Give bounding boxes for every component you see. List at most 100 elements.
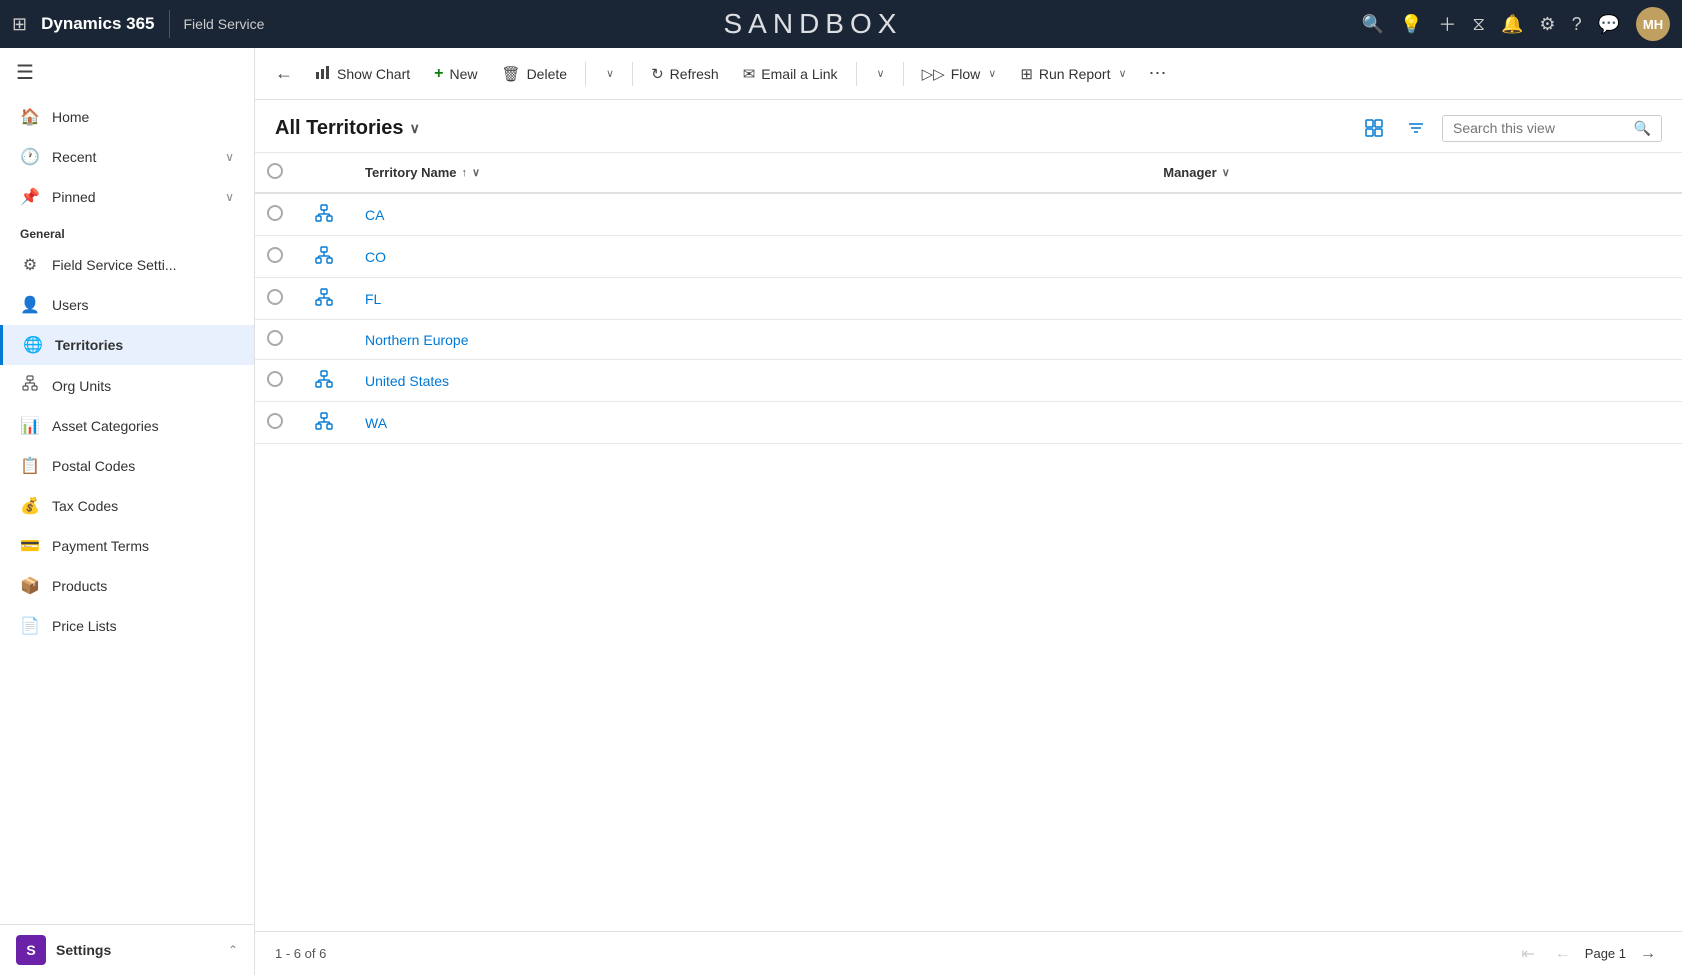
manager-chevron-icon[interactable]: ∨ <box>1222 166 1230 179</box>
settings-bottom-item[interactable]: S Settings ⌃ <box>0 924 254 975</box>
filter-view-button[interactable] <box>1400 112 1432 144</box>
row-checkbox-cell[interactable] <box>255 402 299 444</box>
search-box[interactable]: 🔍 <box>1442 115 1662 142</box>
manager-header[interactable]: Manager ∨ <box>1147 153 1682 193</box>
select-all-checkbox[interactable] <box>267 163 283 179</box>
plus-icon[interactable]: ＋ <box>1438 11 1456 37</box>
row-checkbox-cell[interactable] <box>255 320 299 360</box>
view-toggle-button[interactable] <box>1358 112 1390 144</box>
table-row: United States <box>255 360 1682 402</box>
price-list-icon: 📄 <box>20 616 40 636</box>
view-title-text: All Territories <box>275 117 404 140</box>
email-icon: ✉ <box>743 65 756 83</box>
cmd-dropdown-2[interactable]: ∨ <box>865 61 895 86</box>
sidebar-item-field-service-settings[interactable]: ⚙ Field Service Setti... <box>0 245 254 285</box>
sidebar-item-org-units[interactable]: Org Units <box>0 365 254 406</box>
email-link-label: Email a Link <box>761 66 837 82</box>
search-icon[interactable]: 🔍 <box>1362 14 1384 35</box>
sidebar-item-pinned[interactable]: 📌 Pinned ∨ <box>0 177 254 217</box>
territory-icon <box>315 204 333 222</box>
territory-name-label: Territory Name <box>365 165 457 180</box>
main-content: ← Show Chart + New 🗑 Delete <box>255 48 1682 975</box>
row-name-cell: FL <box>349 278 1147 320</box>
flow-button[interactable]: ▷▷ Flow ∨ <box>912 59 1007 89</box>
chevron-down-icon: ∨ <box>1118 67 1126 80</box>
sidebar-toggle-button[interactable]: ☰ <box>0 48 254 97</box>
territory-icon <box>315 370 333 388</box>
territory-name-link[interactable]: FL <box>365 291 381 307</box>
sidebar-item-postal-codes[interactable]: 📋 Postal Codes <box>0 446 254 486</box>
row-checkbox[interactable] <box>267 205 283 221</box>
gear-icon[interactable]: ⚙ <box>1539 14 1555 35</box>
row-manager-cell <box>1147 193 1682 236</box>
back-button[interactable]: ← <box>267 57 301 90</box>
chat-icon[interactable]: 💬 <box>1598 14 1620 35</box>
row-checkbox-cell[interactable] <box>255 193 299 236</box>
app-name: Field Service <box>184 16 265 32</box>
sort-chevron-icon[interactable]: ∨ <box>472 166 480 179</box>
cmd-dropdown-1[interactable]: ∨ <box>594 61 624 86</box>
row-checkbox[interactable] <box>267 247 283 263</box>
app-grid-icon[interactable]: ⊞ <box>12 14 27 35</box>
help-icon[interactable]: ? <box>1572 14 1582 35</box>
territory-name-link[interactable]: CA <box>365 207 384 223</box>
view-header-actions: 🔍 <box>1358 112 1662 144</box>
search-input[interactable] <box>1453 120 1628 136</box>
filter-icon[interactable]: ⧖ <box>1472 14 1485 35</box>
more-options-button[interactable]: ⋯ <box>1141 57 1175 90</box>
bell-icon[interactable]: 🔔 <box>1501 14 1523 35</box>
user-avatar[interactable]: MH <box>1636 7 1670 41</box>
select-all-header[interactable] <box>255 153 299 193</box>
settings-chevron-icon: ⌃ <box>228 943 238 957</box>
territory-icon <box>315 412 333 430</box>
sort-ascending-icon[interactable]: ↑ <box>462 167 468 179</box>
row-checkbox[interactable] <box>267 330 283 346</box>
sidebar-item-recent[interactable]: 🕐 Recent ∨ <box>0 137 254 177</box>
view-title-chevron-icon[interactable]: ∨ <box>410 120 420 137</box>
row-name-cell: CO <box>349 236 1147 278</box>
sidebar-item-asset-categories[interactable]: 📊 Asset Categories <box>0 406 254 446</box>
refresh-button[interactable]: ↻ Refresh <box>641 59 729 89</box>
sidebar-item-price-lists[interactable]: 📄 Price Lists <box>0 606 254 646</box>
first-page-button[interactable]: ⇤ <box>1515 940 1540 968</box>
row-checkbox-cell[interactable] <box>255 360 299 402</box>
prev-page-button[interactable]: ← <box>1549 941 1577 967</box>
delete-label: Delete <box>527 66 567 82</box>
territory-name-header[interactable]: Territory Name ↑ ∨ <box>349 153 1147 193</box>
row-checkbox[interactable] <box>267 371 283 387</box>
new-button[interactable]: + New <box>424 59 487 89</box>
next-page-button[interactable]: → <box>1634 941 1662 967</box>
territory-name-link[interactable]: Northern Europe <box>365 332 469 348</box>
flow-icon: ▷▷ <box>922 65 945 83</box>
sidebar-item-users[interactable]: 👤 Users <box>0 285 254 325</box>
sidebar-item-label: Org Units <box>52 378 111 394</box>
sidebar-item-tax-codes[interactable]: 💰 Tax Codes <box>0 486 254 526</box>
delete-button[interactable]: 🗑 Delete <box>492 59 578 89</box>
nav-icons: 🔍 💡 ＋ ⧖ 🔔 ⚙ ? 💬 MH <box>1362 7 1670 41</box>
territory-name-link[interactable]: CO <box>365 249 386 265</box>
view-title: All Territories ∨ <box>275 117 420 140</box>
territory-name-link[interactable]: WA <box>365 415 387 431</box>
territories-table-container: Territory Name ↑ ∨ Manager ∨ <box>255 153 1682 931</box>
sidebar-item-home[interactable]: 🏠 Home <box>0 97 254 137</box>
show-chart-button[interactable]: Show Chart <box>305 58 420 90</box>
row-name-cell: Northern Europe <box>349 320 1147 360</box>
email-link-button[interactable]: ✉ Email a Link <box>733 59 848 89</box>
row-checkbox-cell[interactable] <box>255 278 299 320</box>
territory-name-link[interactable]: United States <box>365 373 449 389</box>
sidebar-item-territories[interactable]: 🌐 Territories <box>0 325 254 365</box>
chevron-down-icon: ∨ <box>225 150 234 164</box>
sidebar-item-payment-terms[interactable]: 💳 Payment Terms <box>0 526 254 566</box>
row-checkbox[interactable] <box>267 413 283 429</box>
row-checkbox[interactable] <box>267 289 283 305</box>
row-name-cell: United States <box>349 360 1147 402</box>
icon-header <box>299 153 349 193</box>
row-checkbox-cell[interactable] <box>255 236 299 278</box>
manager-label: Manager <box>1163 165 1216 180</box>
territory-icon <box>315 288 333 306</box>
sidebar-item-products[interactable]: 📦 Products <box>0 566 254 606</box>
lightbulb-icon[interactable]: 💡 <box>1400 14 1422 35</box>
row-name-cell: CA <box>349 193 1147 236</box>
refresh-icon: ↻ <box>651 65 664 83</box>
run-report-button[interactable]: ⊞ Run Report ∨ <box>1010 59 1136 89</box>
